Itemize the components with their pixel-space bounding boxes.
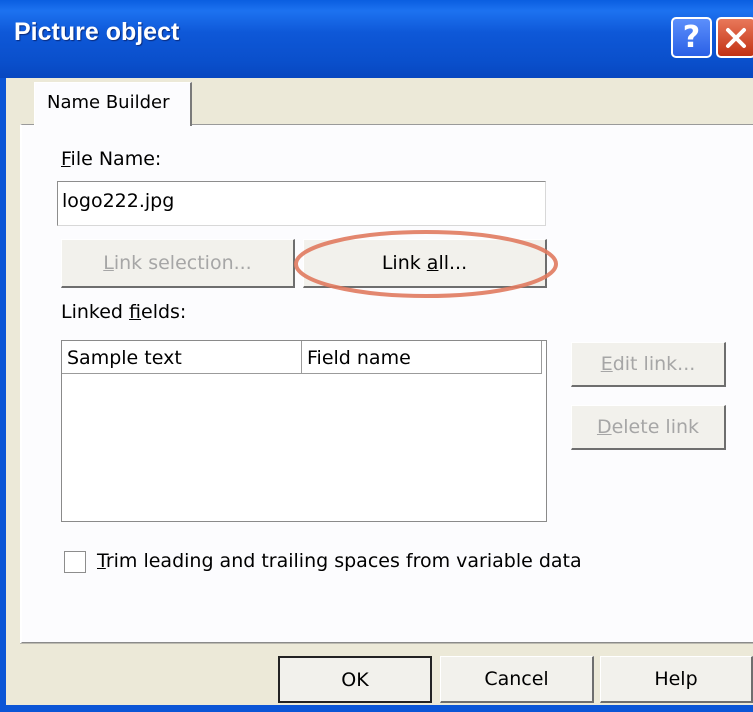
column-header-sample-text[interactable]: Sample text bbox=[62, 341, 302, 374]
link-all-label: Link all... bbox=[381, 252, 468, 274]
edit-link-button[interactable]: Edit link... bbox=[571, 342, 726, 387]
help-icon: ? bbox=[682, 20, 701, 55]
tab-name-builder[interactable]: Name Builder bbox=[34, 82, 192, 126]
trim-spaces-label[interactable]: Trim leading and trailing spaces from va… bbox=[97, 550, 582, 572]
link-selection-label: Link selection... bbox=[103, 252, 252, 274]
close-icon bbox=[726, 27, 746, 48]
link-all-button[interactable]: Link all... bbox=[303, 239, 547, 288]
linked-fields-list[interactable]: Sample text Field name bbox=[61, 340, 547, 522]
delete-link-label: Delete link bbox=[596, 416, 700, 438]
help-title-button[interactable]: ? bbox=[671, 17, 712, 58]
cancel-button[interactable]: Cancel bbox=[440, 656, 594, 703]
ok-button[interactable]: OK bbox=[278, 656, 432, 703]
linked-fields-label: Linked fields: bbox=[61, 301, 187, 323]
help-button[interactable]: Help bbox=[600, 656, 753, 703]
window-frame-left bbox=[0, 78, 6, 712]
trim-spaces-checkbox[interactable] bbox=[64, 551, 86, 573]
column-header-field-name[interactable]: Field name bbox=[302, 341, 542, 374]
edit-link-label: Edit link... bbox=[600, 353, 696, 375]
dialog-window: Picture object ? Name Builder File Name:… bbox=[0, 0, 753, 712]
file-name-input[interactable]: logo222.jpg bbox=[57, 181, 546, 226]
link-selection-button[interactable]: Link selection... bbox=[61, 239, 295, 288]
close-button[interactable] bbox=[716, 17, 753, 58]
file-name-label: File Name: bbox=[61, 148, 162, 170]
tab-label: Name Builder bbox=[47, 92, 170, 113]
window-title: Picture object bbox=[14, 18, 180, 46]
title-bar[interactable]: Picture object ? bbox=[0, 0, 753, 78]
footer-divider bbox=[20, 643, 753, 644]
delete-link-button[interactable]: Delete link bbox=[571, 405, 726, 450]
window-frame-bottom bbox=[0, 705, 753, 712]
